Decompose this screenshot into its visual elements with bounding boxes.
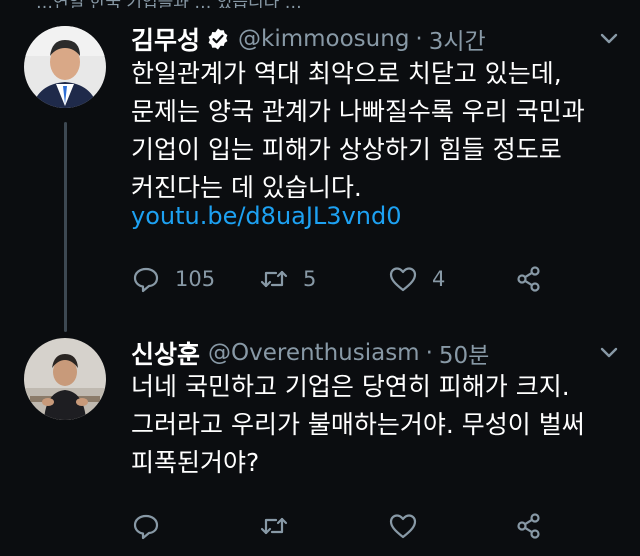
chevron-down-icon[interactable] — [598, 28, 620, 50]
tweet-actions: 105 5 4 — [131, 259, 640, 299]
retweet-count: 5 — [303, 267, 317, 291]
retweet-icon — [260, 517, 288, 535]
tweet-actions — [131, 506, 640, 546]
tweet-line: 한일관계가 역대 최악으로 치닫고 있는데, — [131, 59, 562, 88]
reply-button[interactable] — [131, 506, 161, 546]
like-button[interactable]: 4 — [388, 259, 445, 299]
retweet-icon — [260, 270, 288, 288]
like-count: 4 — [432, 267, 446, 291]
retweet-button[interactable] — [259, 506, 289, 546]
share-icon — [517, 266, 540, 292]
avatar[interactable] — [24, 338, 106, 420]
tweet-line: 문제는 양국 관계가 나빠질수록 우리 국민과 — [131, 97, 585, 126]
separator-dot: · — [425, 340, 433, 366]
tweet-link[interactable]: youtu.be/d8uaJL3vnd0 — [131, 202, 402, 230]
tweet-line: 기업이 입는 피해가 상상하기 힘들 정도로 — [131, 135, 562, 164]
tweet-line: 피폭된거야? — [131, 448, 260, 477]
timestamp[interactable]: 3시간 — [429, 22, 486, 56]
tweet-header: 김무성 @kimmoosung · 3시간 — [131, 22, 486, 56]
tweet-body: 너네 국민하고 기업은 당연히 피해가 크지. 그러라고 우리가 불매하는거야.… — [131, 368, 585, 482]
share-icon — [517, 513, 540, 539]
tweet-line: 그러라고 우리가 불매하는거야. 무성이 벌써 — [131, 410, 585, 439]
tweet-line: 너네 국민하고 기업은 당연히 피해가 크지. — [131, 372, 570, 401]
handle[interactable]: @kimmoosung — [238, 26, 409, 52]
heart-icon — [389, 267, 417, 292]
avatar[interactable] — [24, 26, 106, 108]
reply-count: 105 — [175, 267, 216, 291]
verified-badge-icon — [208, 28, 228, 50]
tweet-body: 한일관계가 역대 최악으로 치닫고 있는데, 문제는 양국 관계가 나빠질수록 … — [131, 55, 585, 207]
tweet-overenthusiasm[interactable]: 신상훈 @Overenthusiasm · 50분 너네 국민하고 기업은 당연… — [0, 330, 640, 556]
separator-dot: · — [415, 26, 423, 52]
handle[interactable]: @Overenthusiasm — [208, 340, 420, 366]
tweet-kimmoosung[interactable]: 김무성 @kimmoosung · 3시간 한일관계가 역대 최악으로 치닫고 … — [0, 0, 640, 330]
reply-icon — [133, 514, 159, 540]
display-name[interactable]: 신상훈 — [131, 335, 200, 371]
retweet-button[interactable]: 5 — [259, 259, 316, 299]
tweet-header: 신상훈 @Overenthusiasm · 50분 — [131, 336, 489, 370]
display-name[interactable]: 김무성 — [131, 21, 200, 57]
chevron-down-icon[interactable] — [598, 342, 620, 364]
share-button[interactable] — [514, 259, 544, 299]
reply-button[interactable]: 105 — [131, 259, 215, 299]
like-button[interactable] — [388, 506, 418, 546]
share-button[interactable] — [514, 506, 544, 546]
heart-icon — [389, 514, 417, 539]
timestamp[interactable]: 50분 — [439, 336, 489, 370]
reply-icon — [133, 267, 159, 293]
